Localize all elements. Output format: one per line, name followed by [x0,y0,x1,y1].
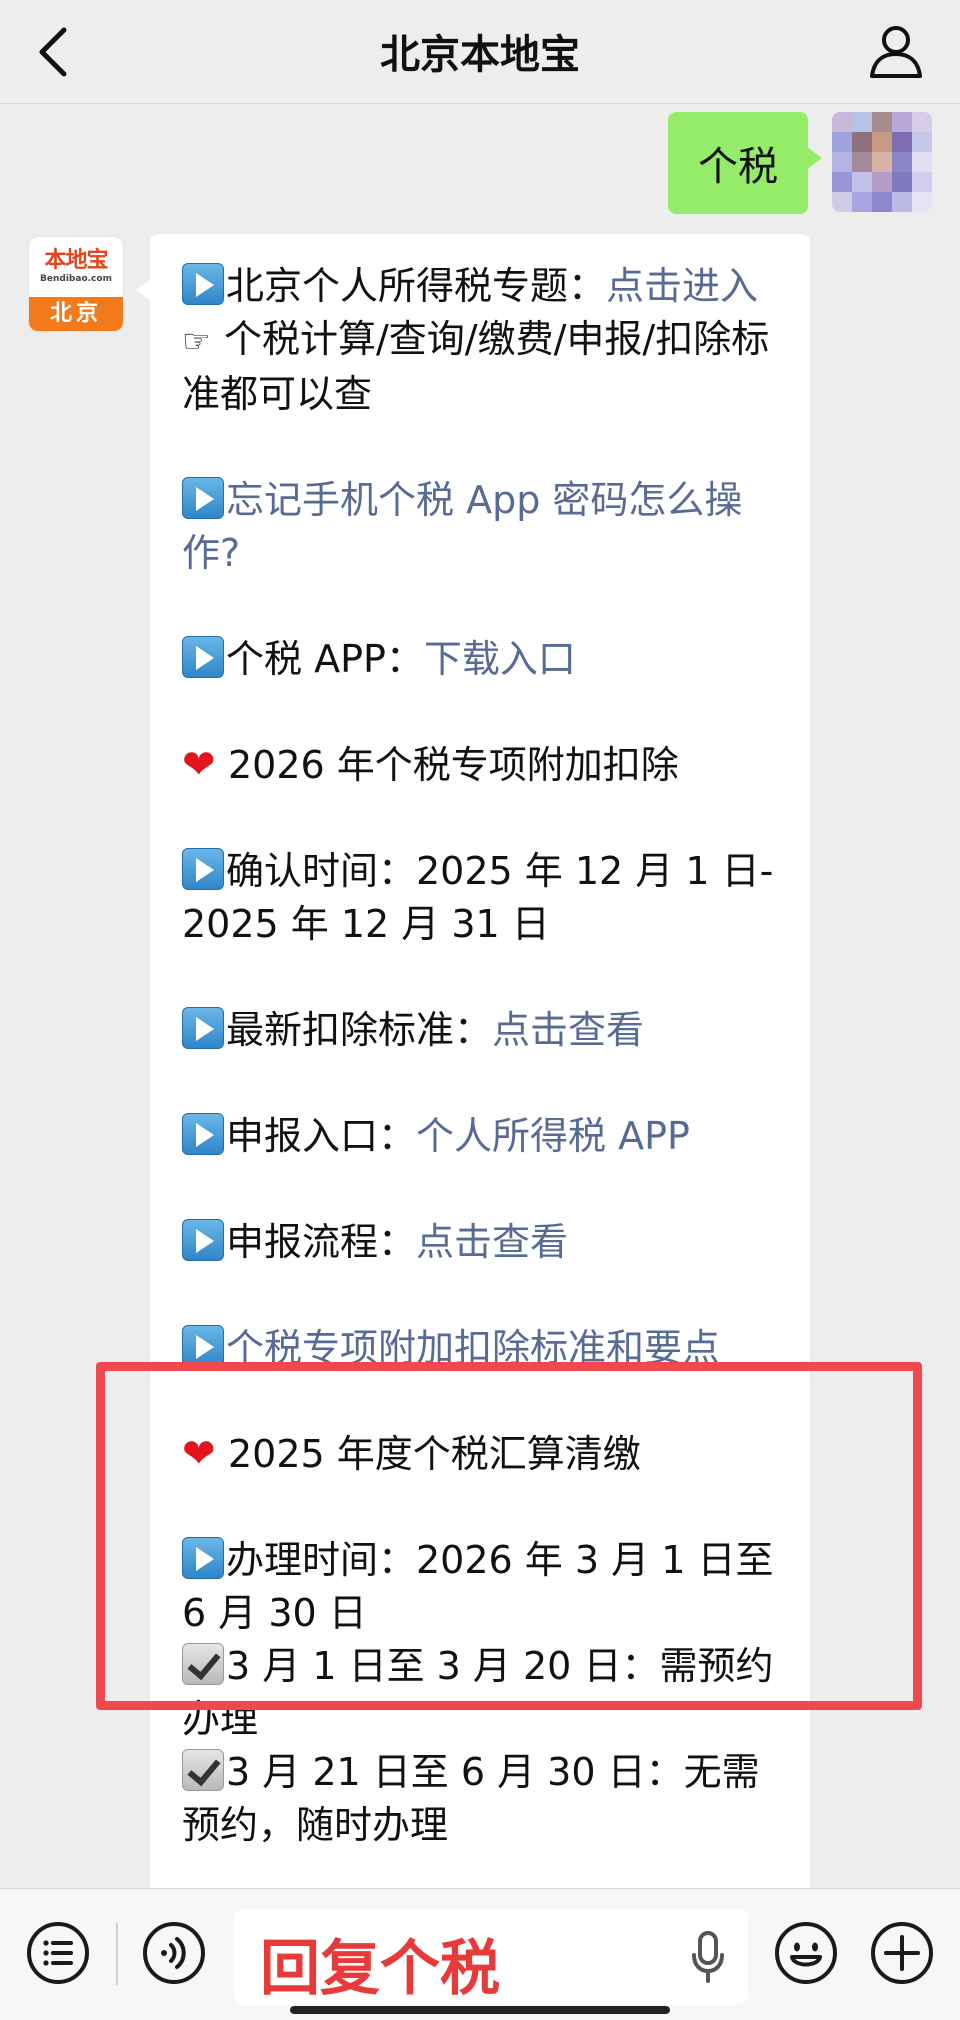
message-line: 最新扣除标准：点击查看 [182,1004,780,1057]
message-line: ☞ 个税计算/查询/缴费/申报/扣除标准都可以查 [182,313,780,421]
play-button-icon [182,1537,224,1579]
divider [116,1923,118,1985]
filing-process-link[interactable]: 点击查看 [416,1220,568,1264]
play-button-icon [182,263,224,305]
message-input[interactable]: 回复个税 [234,1909,748,2005]
message-line: 3 月 1 日至 3 月 20 日：需预约办理 [182,1640,780,1746]
line-text: 个税计算/查询/缴费/申报/扣除标准都可以查 [182,317,770,416]
play-button-icon [182,1007,224,1049]
avatar-site: Bendibao.com [40,274,112,284]
line-text: 确认时间：2025 年 12 月 1 日-2025 年 12 月 31 日 [182,849,774,946]
heart-icon: ❤ [182,1431,216,1477]
line-text: 2026 年个税专项附加扣除 [228,743,679,787]
line-text: 申报流程： [226,1220,417,1264]
app-download-link[interactable]: 下载入口 [424,637,576,681]
incoming-message: 北京个人所得税专题：点击进入 ☞ 个税计算/查询/缴费/申报/扣除标准都可以查 忘… [136,234,810,1914]
nav-bar: 北京本地宝 [0,0,960,104]
voice-icon[interactable] [142,1921,206,1985]
play-button-icon [182,1219,224,1261]
tax-topic-link[interactable]: 点击进入 [606,264,758,308]
plus-icon[interactable] [870,1921,934,1985]
avatar-city: 北京 [29,297,123,331]
pointing-hand-icon: ☞ [182,322,211,360]
line-text: 申报入口： [226,1114,417,1158]
deduction-standard-link[interactable]: 点击查看 [492,1008,644,1052]
message-line: 北京个人所得税专题：点击进入 [182,260,780,313]
message-line: 确认时间：2025 年 12 月 1 日-2025 年 12 月 31 日 [182,845,780,951]
line-text: 办理时间：2026 年 3 月 1 日至 6 月 30 日 [182,1538,774,1635]
checkbox-icon [182,1643,224,1685]
line-text: 最新扣除标准： [226,1008,493,1052]
line-text: 北京个人所得税专题： [226,264,607,308]
person-icon[interactable] [868,22,924,78]
heart-icon: ❤ [182,742,216,788]
page-title: 北京本地宝 [380,32,580,78]
list-menu-icon[interactable] [26,1921,90,1985]
play-button-icon [182,1113,224,1155]
outgoing-message[interactable]: 个税 [668,112,822,214]
message-line: 忘记手机个税 App 密码怎么操作? [182,474,780,580]
deduction-points-link[interactable]: 个税专项附加扣除标准和要点 [226,1326,720,1370]
message-line: 申报流程：点击查看 [182,1216,780,1269]
play-button-icon [182,1325,224,1367]
message-line: 3 月 21 日至 6 月 30 日：无需预约，随时办理 [182,1746,780,1852]
filing-entry-link[interactable]: 个人所得税 APP [416,1114,690,1158]
message-line: ❤ 2026 年个税专项附加扣除 [182,739,780,792]
checkbox-icon [182,1749,224,1791]
message-line: 办理时间：2026 年 3 月 1 日至 6 月 30 日 [182,1534,780,1640]
home-indicator [290,2006,670,2014]
message-line: 申报入口：个人所得税 APP [182,1110,780,1163]
line-text: 3 月 21 日至 6 月 30 日：无需预约，随时办理 [182,1750,760,1847]
forgot-password-link[interactable]: 忘记手机个税 App 密码怎么操作? [182,478,742,575]
emoji-icon[interactable] [774,1921,838,1985]
line-text: 2025 年度个税汇算清缴 [228,1432,641,1476]
bendibao-avatar[interactable]: 本地宝 Bendibao.com 北京 [28,236,124,332]
play-button-icon [182,848,224,890]
user-avatar[interactable] [832,112,932,212]
play-button-icon [182,477,224,519]
message-line: 个税 APP：下载入口 [182,633,780,686]
microphone-icon[interactable] [690,1931,726,1983]
line-text: 个税 APP： [226,637,424,681]
input-bar: 回复个税 [0,1888,960,2020]
play-button-icon [182,636,224,678]
message-line: ❤ 2025 年度个税汇算清缴 [182,1428,780,1481]
line-text: 3 月 1 日至 3 月 20 日：需预约办理 [182,1644,774,1741]
message-line: 个税专项附加扣除标准和要点 [182,1322,780,1375]
avatar-brand: 本地宝 [44,248,108,273]
input-value: 回复个税 [260,1934,500,2004]
